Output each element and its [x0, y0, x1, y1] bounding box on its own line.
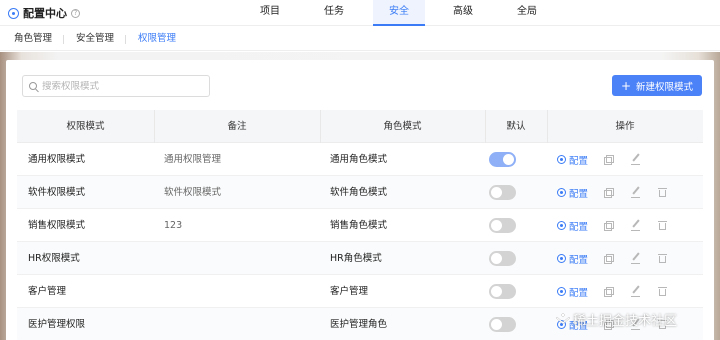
cell-role-mode: HR角色模式	[330, 253, 382, 264]
default-toggle[interactable]	[489, 152, 516, 167]
config-label: 配置	[569, 221, 589, 233]
copy-icon[interactable]	[604, 221, 614, 231]
nav-item-task[interactable]: 任务	[311, 0, 357, 26]
config-action[interactable]: 配置	[557, 209, 588, 242]
new-button-label: 新建权限模式	[636, 81, 694, 93]
table-header: 权限模式 备注 角色模式 默认 操作	[17, 110, 703, 143]
top-header: 配置中心 ? 项目 任务 安全 高级 全局	[0, 0, 720, 26]
default-toggle[interactable]	[489, 317, 516, 332]
column-header-role: 角色模式	[383, 121, 422, 132]
help-icon[interactable]: ?	[71, 8, 80, 18]
cell-permission-mode: 销售权限模式	[28, 220, 86, 231]
cell-permission-mode: 软件权限模式	[28, 187, 86, 198]
edit-icon[interactable]	[631, 219, 641, 231]
cell-permission-mode: 客户管理	[28, 286, 67, 297]
search-input[interactable]	[42, 80, 202, 92]
page-title: 配置中心	[23, 7, 67, 20]
copy-icon[interactable]	[604, 287, 614, 297]
config-label: 配置	[569, 287, 589, 299]
default-toggle[interactable]	[489, 218, 516, 233]
config-label: 配置	[569, 188, 589, 200]
config-action[interactable]: 配置	[557, 143, 588, 176]
nav-item-global[interactable]: 全局	[504, 0, 550, 26]
config-icon	[557, 254, 566, 263]
subtab-security-management[interactable]: 安全管理	[76, 27, 114, 51]
edit-icon[interactable]	[631, 153, 641, 165]
cell-role-mode: 销售角色模式	[330, 220, 388, 231]
config-action[interactable]: 配置	[557, 242, 588, 275]
cell-role-mode: 软件角色模式	[330, 187, 388, 198]
delete-icon[interactable]	[658, 220, 667, 231]
search-icon	[29, 82, 37, 90]
brand: 配置中心 ?	[8, 5, 80, 21]
config-action[interactable]: 配置	[557, 275, 588, 308]
cell-permission-mode: 医护管理权限	[28, 319, 86, 330]
cell-note: 通用权限管理	[164, 154, 222, 165]
column-header-note: 备注	[227, 121, 247, 132]
new-permission-mode-button[interactable]: + 新建权限模式	[612, 75, 702, 96]
nav-item-project[interactable]: 项目	[247, 0, 293, 26]
watermark: 稀土掘金技术社区	[556, 308, 677, 330]
cell-role-mode: 通用角色模式	[330, 154, 388, 165]
delete-icon[interactable]	[658, 286, 667, 297]
default-toggle[interactable]	[489, 185, 516, 200]
copy-icon[interactable]	[604, 188, 614, 198]
cell-permission-mode: HR权限模式	[28, 253, 80, 264]
delete-icon[interactable]	[658, 253, 667, 264]
config-action[interactable]: 配置	[557, 176, 588, 209]
subtab-role-management[interactable]: 角色管理	[14, 27, 52, 51]
subtab-permission-management[interactable]: 权限管理	[138, 27, 176, 51]
cell-note: 软件权限模式	[164, 187, 222, 198]
nav-item-advanced[interactable]: 高级	[440, 0, 486, 26]
watermark-text: 稀土掘金技术社区	[573, 313, 678, 329]
subtab-divider	[125, 35, 126, 44]
edit-icon[interactable]	[631, 186, 641, 198]
cell-note: 123	[164, 220, 183, 231]
column-header-mode: 权限模式	[66, 121, 105, 132]
table-row: 客户管理 客户管理 配置	[17, 275, 703, 308]
config-icon	[557, 155, 566, 164]
nav-item-security[interactable]: 安全	[373, 0, 425, 26]
copy-icon[interactable]	[604, 155, 614, 165]
cell-role-mode: 客户管理	[330, 286, 369, 297]
config-label: 配置	[569, 254, 589, 266]
copy-icon[interactable]	[604, 254, 614, 264]
cell-role-mode: 医护管理角色	[330, 319, 388, 330]
table-row: 销售权限模式 123 销售角色模式 配置	[17, 209, 703, 242]
edit-icon[interactable]	[631, 285, 641, 297]
config-icon	[557, 287, 566, 296]
column-header-actions: 操作	[615, 121, 635, 132]
edit-icon[interactable]	[631, 252, 641, 264]
search-box[interactable]	[22, 75, 210, 97]
plus-icon: +	[620, 78, 632, 93]
config-center-icon	[8, 7, 19, 19]
default-toggle[interactable]	[489, 284, 516, 299]
delete-icon[interactable]	[658, 187, 667, 198]
juejin-logo-icon	[556, 313, 570, 325]
subtab-divider	[63, 35, 64, 44]
column-header-default: 默认	[506, 121, 526, 132]
config-icon	[557, 188, 566, 197]
cell-permission-mode: 通用权限模式	[28, 154, 86, 165]
config-icon	[557, 221, 566, 230]
table-row: HR权限模式 HR角色模式 配置	[17, 242, 703, 275]
table-row: 软件权限模式 软件权限模式 软件角色模式 配置	[17, 176, 703, 209]
sub-tabs: 角色管理 安全管理 权限管理	[0, 27, 720, 51]
default-toggle[interactable]	[489, 251, 516, 266]
table-row: 通用权限模式 通用权限管理 通用角色模式 配置	[17, 143, 703, 176]
config-label: 配置	[569, 155, 589, 167]
